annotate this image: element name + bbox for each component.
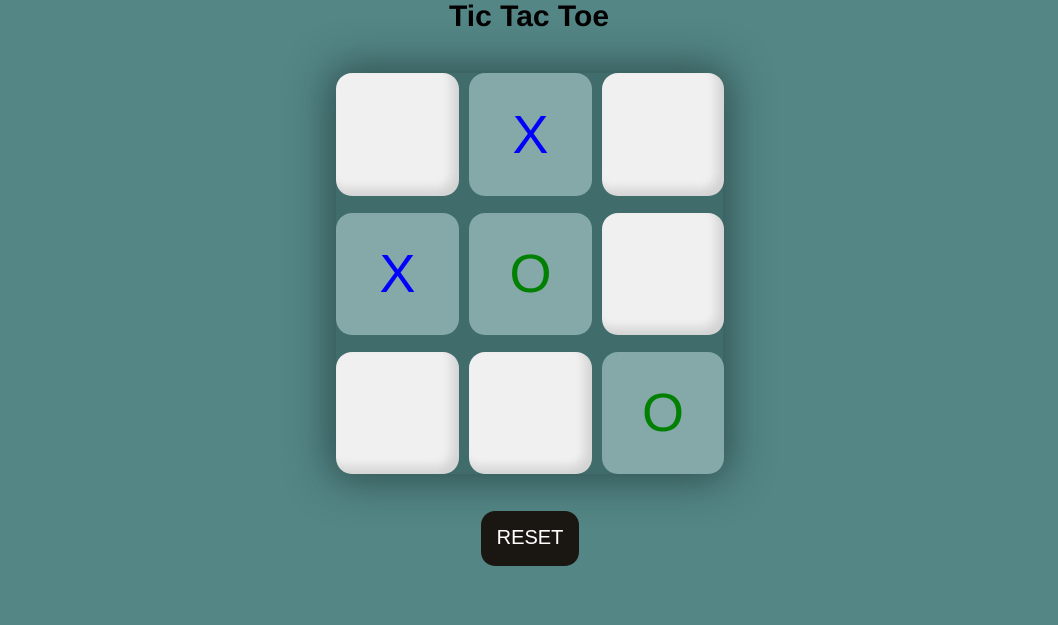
page-title: Tic Tac Toe [448, 0, 610, 33]
board-cell-2[interactable]: X [469, 73, 592, 196]
board-cell-3[interactable] [602, 73, 724, 196]
board-cell-5[interactable]: O [469, 213, 592, 335]
reset-button[interactable]: RESET [481, 511, 579, 566]
board-cell-1[interactable] [336, 73, 459, 196]
board-cell-9[interactable]: O [602, 352, 724, 474]
board-cell-6[interactable] [602, 213, 724, 335]
board-cell-4[interactable]: X [336, 213, 459, 335]
board-cell-8[interactable] [469, 352, 592, 474]
board-cell-7[interactable] [336, 352, 459, 474]
game-board: X X O O [336, 73, 724, 474]
